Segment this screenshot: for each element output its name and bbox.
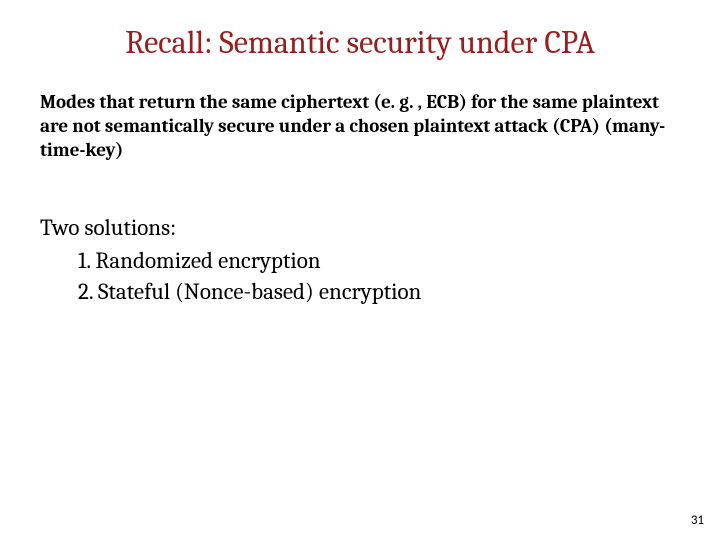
solutions-list: 1. Randomized encryption 2. Stateful (No… (40, 245, 680, 307)
list-item: 2. Stateful (Nonce-based) encryption (78, 276, 680, 307)
slide-title: Recall: Semantic security under CPA (40, 24, 680, 61)
solutions-label: Two solutions: (40, 212, 680, 243)
intro-paragraph: Modes that return the same ciphertext (e… (40, 91, 680, 162)
page-number: 31 (691, 513, 704, 528)
list-item: 1. Randomized encryption (78, 245, 680, 276)
